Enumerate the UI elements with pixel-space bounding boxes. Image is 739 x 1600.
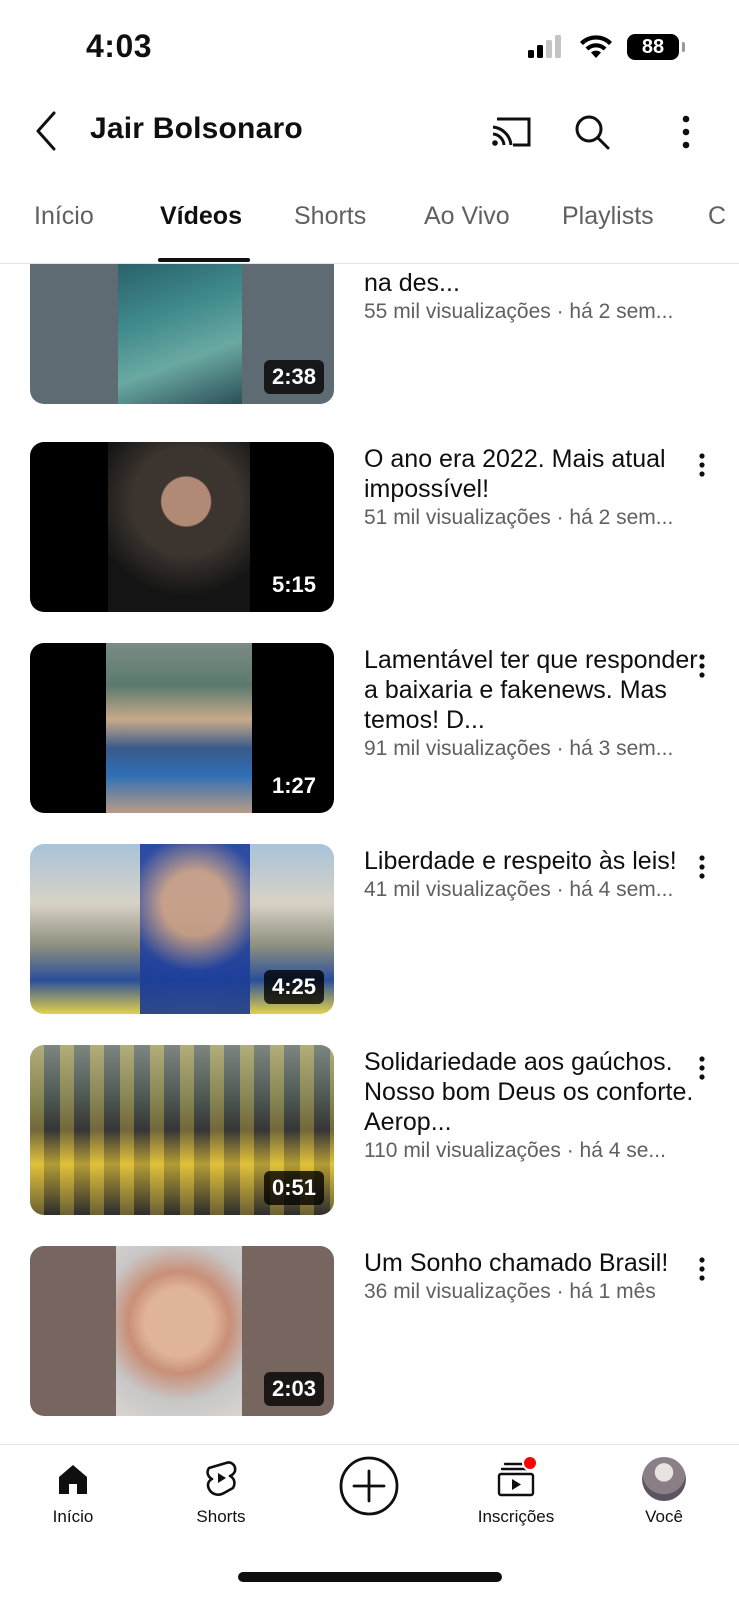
video-stats: 41 mil visualizações · há 4 sem...: [364, 878, 674, 901]
channel-title: Jair Bolsonaro: [90, 112, 303, 145]
video-title[interactable]: Um Sonho chamado Brasil!: [364, 1248, 714, 1278]
video-item[interactable]: 2:03 Um Sonho chamado Brasil! 36 mil vis…: [0, 1246, 739, 1418]
shorts-icon: [206, 1461, 237, 1496]
nav-you[interactable]: Você: [604, 1457, 724, 1527]
create-button[interactable]: [309, 1455, 429, 1517]
video-thumbnail[interactable]: 4:25: [30, 844, 334, 1014]
nav-shorts-label: Shorts: [196, 1507, 246, 1526]
video-title[interactable]: Lamentável ter que responder a baixaria …: [364, 645, 714, 735]
video-stats: 51 mil visualizações · há 2 sem...: [364, 506, 674, 529]
video-thumbnail[interactable]: 2:03: [30, 1246, 334, 1416]
video-duration: 1:27: [263, 769, 324, 803]
video-stats: 36 mil visualizações · há 1 mês: [364, 1280, 656, 1303]
tab-ao-vivo[interactable]: Ao Vivo: [424, 202, 510, 231]
video-meta: Solidariedade aos gaúchos. Nosso bom Deu…: [364, 1047, 714, 1163]
more-options-button[interactable]: [662, 108, 710, 156]
video-meta: Um Sonho chamado Brasil! 36 mil visualiz…: [364, 1248, 714, 1304]
active-tab-indicator: [158, 258, 250, 262]
tab-inicio[interactable]: Início: [34, 202, 94, 231]
back-button[interactable]: [26, 106, 66, 156]
video-duration: 2:38: [263, 360, 324, 394]
video-thumbnail[interactable]: 2:38: [30, 264, 334, 404]
video-more-button[interactable]: [687, 850, 717, 884]
home-icon: [59, 1465, 87, 1494]
video-item[interactable]: 0:51 Solidariedade aos gaúchos. Nosso bo…: [0, 1045, 739, 1217]
video-duration: 2:03: [263, 1372, 324, 1406]
video-title[interactable]: Carlos e Eduardo Bolsonaro no Rio Grande…: [364, 264, 714, 298]
video-item[interactable]: 1:27 Lamentável ter que responder a baix…: [0, 643, 739, 815]
video-meta: Carlos e Eduardo Bolsonaro no Rio Grande…: [364, 264, 714, 324]
video-title[interactable]: Liberdade e respeito às leis!: [364, 846, 714, 876]
channel-tabs: Início Vídeos Shorts Ao Vivo Playlists C: [0, 180, 739, 264]
more-vertical-icon: [699, 855, 705, 879]
video-thumbnail[interactable]: 0:51: [30, 1045, 334, 1215]
status-time: 4:03: [86, 28, 153, 64]
nav-subscriptions[interactable]: Inscrições: [456, 1455, 576, 1527]
video-meta: O ano era 2022. Mais atual impossível! 5…: [364, 444, 714, 530]
back-arrow-icon: [36, 111, 56, 151]
video-stats: 110 mil visualizações · há 4 se...: [364, 1139, 666, 1162]
video-stats: 55 mil visualizações · há 2 sem...: [364, 300, 674, 323]
tab-videos[interactable]: Vídeos: [160, 202, 242, 231]
more-vertical-icon: [699, 1056, 705, 1080]
video-thumbnail[interactable]: 1:27: [30, 643, 334, 813]
search-button[interactable]: [568, 108, 616, 156]
video-list: 2:38 Carlos e Eduardo Bolsonaro no Rio G…: [0, 264, 739, 1444]
tab-shorts[interactable]: Shorts: [294, 202, 366, 231]
more-vertical-icon: [699, 1257, 705, 1281]
tab-playlists[interactable]: Playlists: [562, 202, 654, 231]
cellular-signal-icon: [528, 35, 561, 58]
home-indicator[interactable]: [238, 1572, 502, 1582]
nav-home-label: Início: [52, 1507, 94, 1526]
nav-you-label: Você: [645, 1507, 683, 1526]
video-duration: 4:25: [263, 970, 324, 1004]
status-bar: 4:03 88: [0, 0, 739, 90]
cast-button[interactable]: [488, 108, 536, 156]
more-vertical-icon: [699, 654, 705, 678]
video-stats: 91 mil visualizações · há 3 sem...: [364, 737, 674, 760]
video-meta: Lamentável ter que responder a baixaria …: [364, 645, 714, 761]
video-item[interactable]: 4:25 Liberdade e respeito às leis! 41 mi…: [0, 844, 739, 1016]
wifi-icon: [580, 35, 612, 58]
more-vertical-icon: [699, 453, 705, 477]
nav-shorts[interactable]: Shorts: [161, 1457, 281, 1527]
video-duration: 0:51: [263, 1171, 324, 1205]
video-title[interactable]: Solidariedade aos gaúchos. Nosso bom Deu…: [364, 1047, 714, 1137]
video-item[interactable]: 2:38 Carlos e Eduardo Bolsonaro no Rio G…: [0, 264, 739, 406]
video-more-button[interactable]: [687, 649, 717, 683]
channel-header: Jair Bolsonaro: [0, 96, 739, 168]
notification-dot: [522, 1455, 538, 1471]
nav-home[interactable]: Início: [13, 1457, 133, 1527]
video-more-button[interactable]: [687, 448, 717, 482]
tab-more[interactable]: C: [708, 202, 726, 231]
video-item[interactable]: 5:15 O ano era 2022. Mais atual impossív…: [0, 442, 739, 614]
video-title[interactable]: O ano era 2022. Mais atual impossível!: [364, 444, 714, 504]
avatar: [642, 1457, 686, 1501]
nav-subscriptions-label: Inscrições: [477, 1507, 555, 1526]
cast-icon: [492, 117, 531, 147]
status-icons: 88: [527, 34, 685, 60]
battery-indicator: 88: [627, 34, 685, 60]
video-more-button[interactable]: [687, 1252, 717, 1286]
more-vertical-icon: [682, 115, 690, 149]
video-thumbnail[interactable]: 5:15: [30, 442, 334, 612]
video-meta: Liberdade e respeito às leis! 41 mil vis…: [364, 846, 714, 902]
video-more-button[interactable]: [687, 1051, 717, 1085]
add-create-icon: [339, 1456, 399, 1516]
video-duration: 5:15: [263, 568, 324, 602]
search-icon: [575, 115, 610, 150]
